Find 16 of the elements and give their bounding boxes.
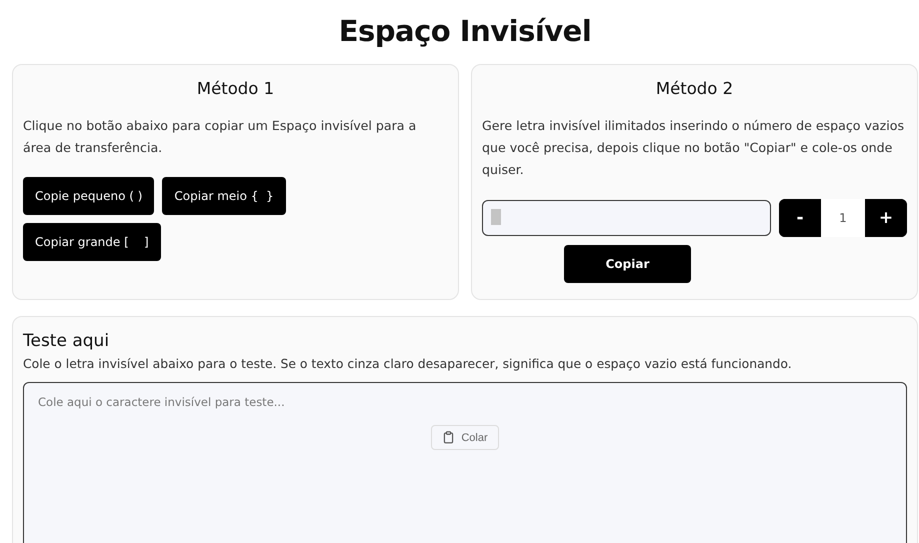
test-input-field[interactable]: Cole aqui o caractere invisível para teste... Colar (23, 382, 907, 543)
card-heading: Método 2 (654, 79, 734, 98)
copy-button[interactable]: Copie pequeno ( ) (23, 177, 154, 215)
card-heading: Método 1 (196, 79, 276, 98)
card-description: Clique no botão abaixo para copiar um Espaço invisível para a área de transferência. (23, 117, 418, 157)
section-heading: Teste aqui (23, 331, 110, 351)
card-description: Gere letra invisível ilimitados inserindo o número de espaço vazios que você precisa, depois clique no botão "Copiar" e cole-os onde quiser. (482, 117, 906, 179)
copy-button[interactable]: Copiar (564, 245, 691, 283)
count-field[interactable]: 1 (821, 199, 865, 237)
page-title: Espaço Invisível (338, 14, 592, 48)
output-field[interactable] (482, 200, 771, 236)
section-description: Cole o letra invisível abaixo para o teste. Se o texto cinza claro desaparecer, significa que o espaço vazio está funcionando. (23, 355, 793, 373)
copy-button[interactable]: Copiar grande [ ] (23, 223, 161, 261)
clipboard-icon (442, 431, 456, 444)
copy-button[interactable]: Copiar meio { } (162, 177, 286, 215)
paste-button[interactable]: Colar (431, 425, 499, 450)
